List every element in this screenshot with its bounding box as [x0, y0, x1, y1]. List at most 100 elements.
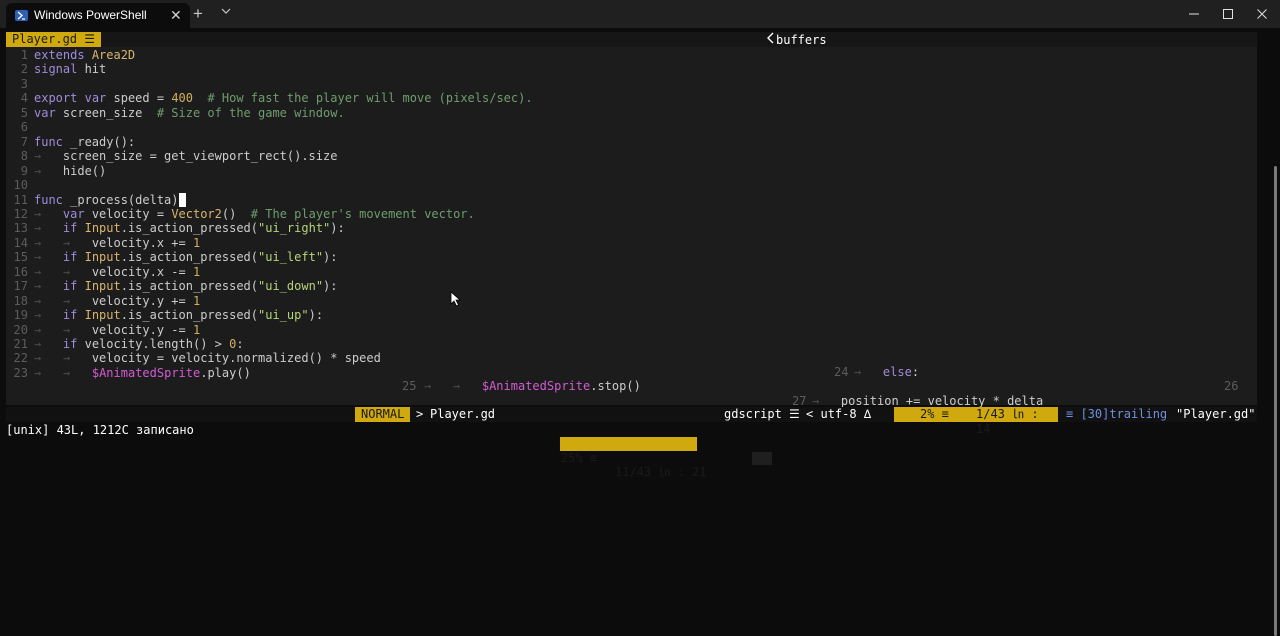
- line-text: → var velocity = Vector2() # The player'…: [34, 206, 475, 221]
- line-text: extends Area2D: [34, 48, 136, 62]
- code-line[interactable]: 9 → hide(): [6, 163, 107, 178]
- line-number: 2: [20, 62, 28, 77]
- code-line[interactable]: 4 export var speed = 400 # How fast the p…: [6, 91, 533, 105]
- line-number: 10: [13, 178, 28, 193]
- cursor-position-block: 2% ≡ 1/43 ㏑ : 14: [894, 407, 1058, 436]
- line-number: 6: [20, 120, 28, 135]
- buffers-text: buffers: [776, 33, 827, 47]
- line-text: func _process(delta): [34, 192, 186, 207]
- line-text: → → velocity.x += 1: [34, 235, 201, 250]
- code-line[interactable]: 20 → → velocity.y -= 1: [6, 322, 201, 337]
- line-text: → if Input.is_action_pressed("ui_left"):: [34, 250, 338, 265]
- code-line[interactable]: 13 → if Input.is_action_pressed("ui_right…: [6, 221, 345, 235]
- code-line[interactable]: 2 signal hit: [6, 62, 107, 77]
- code-line[interactable]: 11 func _process(delta): [6, 192, 186, 207]
- code-line[interactable]: 21 → if velocity.length() > 0:: [6, 337, 244, 351]
- line-text: func _ready():: [34, 134, 136, 149]
- code-line[interactable]: 14 → → velocity.x += 1: [6, 235, 201, 250]
- line-text: → → velocity.y -= 1: [34, 322, 201, 337]
- line-number: 22: [13, 351, 28, 366]
- scroll-percent: 2% ≡: [920, 407, 949, 421]
- terminal-tab[interactable]: Windows PowerShell ✕: [6, 3, 190, 28]
- encoding-indicator: < utf-8 ∆: [806, 407, 871, 422]
- line-number: 23: [13, 365, 28, 380]
- line-number: 5: [20, 105, 28, 120]
- close-tab-icon[interactable]: ✕: [170, 7, 182, 24]
- line-number: 19: [13, 308, 28, 323]
- line-number-26: 26: [1224, 379, 1239, 393]
- line-text: → if Input.is_action_pressed("ui_down"):: [34, 279, 338, 294]
- line-text: → screen_size = get_viewport_rect().size: [34, 149, 338, 164]
- filetype-separator: <: [806, 407, 814, 421]
- line-number: 1: [20, 48, 28, 62]
- powershell-icon: [15, 10, 28, 21]
- code-line[interactable]: 8 → screen_size = get_viewport_rect().siz…: [6, 149, 338, 164]
- code-line[interactable]: 12 → var velocity = Vector2() # The playe…: [6, 207, 475, 221]
- trailing-whitespace-warning: ≡ [30]trailing: [1066, 407, 1168, 421]
- text-cursor: [178, 192, 186, 207]
- buffers-label: buffers: [766, 32, 827, 48]
- chevron-down-icon[interactable]: [219, 4, 233, 18]
- line-number: 7: [20, 134, 28, 149]
- code-line[interactable]: 17 → if Input.is_action_pressed("ui_down"…: [6, 279, 338, 293]
- bufferline: Player.gd ☰ buffers: [6, 32, 1257, 47]
- code-line[interactable]: 16 → → velocity.x -= 1: [6, 264, 201, 279]
- line-number: 17: [13, 279, 28, 294]
- line-number: 16: [13, 264, 28, 279]
- code-line[interactable]: 3: [6, 77, 34, 91]
- code-line[interactable]: 5 var screen_size # Size of the game wind…: [6, 106, 345, 120]
- line-number: 9: [20, 163, 28, 178]
- code-line[interactable]: 23 → → $AnimatedSprite.play(): [6, 366, 251, 380]
- encoding-text: utf-8 ∆: [820, 407, 872, 421]
- chevron-left-icon: [766, 32, 776, 48]
- code-line[interactable]: 15 → if Input.is_action_pressed("ui_left"…: [6, 250, 338, 264]
- quoted-filename: "Player.gd": [1176, 407, 1256, 421]
- statusline-filename: Player.gd: [430, 407, 496, 421]
- code-line[interactable]: 18 → → velocity.y += 1: [6, 293, 201, 308]
- line-text: var screen_size # Size of the game windo…: [34, 105, 345, 120]
- filetype-indicator: gdscript ☰: [724, 407, 800, 421]
- code-fragment-position: → position += velocity * delta: [812, 394, 1044, 408]
- render-artifact: [752, 452, 772, 465]
- code-line[interactable]: 10: [6, 178, 34, 192]
- line-text: → if Input.is_action_pressed("ui_right")…: [34, 221, 345, 236]
- mouse-cursor-icon: [450, 291, 462, 307]
- code-line[interactable]: 1 extends Area2D: [6, 48, 135, 62]
- line-text: → → velocity.y += 1: [34, 293, 201, 308]
- line-number: 12: [13, 206, 28, 221]
- line-number: 20: [13, 322, 28, 337]
- command-line-message: [unix] 43L, 1212C записано: [6, 423, 194, 437]
- line-number-25: 25: [402, 379, 417, 393]
- line-number: 13: [13, 221, 28, 236]
- statusline: NORMAL > Player.gd gdscript ☰ < utf-8 ∆ …: [6, 407, 1257, 436]
- tab-title: Windows PowerShell: [34, 8, 147, 22]
- line-number: 4: [20, 91, 28, 106]
- code-line[interactable]: 19 → if Input.is_action_pressed("ui_up"):: [6, 308, 324, 323]
- active-buffer-tab[interactable]: Player.gd ☰: [6, 32, 102, 47]
- line-text: → → velocity = velocity.normalized() * s…: [34, 351, 381, 366]
- line-number: 15: [13, 250, 28, 265]
- line-number: 18: [13, 293, 28, 308]
- line-number: 3: [20, 76, 28, 91]
- ruler-percent: 25% ≡: [561, 451, 598, 465]
- line-text: → hide(): [34, 163, 107, 178]
- close-icon[interactable]: [1254, 6, 1270, 22]
- maximize-icon[interactable]: [1220, 6, 1236, 22]
- code-fragment-stop: → → $AnimatedSprite.stop(): [424, 379, 641, 393]
- line-number: 8: [20, 149, 28, 164]
- scrollbar[interactable]: [1274, 166, 1277, 636]
- line-text: export var speed = 400 # How fast the pl…: [34, 91, 533, 106]
- new-tab-button[interactable]: +: [193, 4, 203, 24]
- line-text: → if Input.is_action_pressed("ui_up"):: [34, 308, 324, 323]
- code-line[interactable]: 22 → → velocity = velocity.normalized() *…: [6, 351, 381, 365]
- minimize-icon[interactable]: [1186, 6, 1202, 22]
- ruler: 25% ≡ 11/43 ㏑ : 21: [560, 437, 706, 479]
- code-line[interactable]: 7 func _ready():: [6, 135, 135, 149]
- line-text: signal hit: [34, 62, 107, 77]
- ruler-position: 11/43 ㏑ : 21: [615, 465, 707, 479]
- line-text: → → velocity.x -= 1: [34, 264, 201, 279]
- line-number-24: 24: [834, 365, 849, 379]
- code-line[interactable]: 6: [6, 120, 34, 134]
- line-number: 21: [13, 337, 28, 351]
- line-number: 14: [13, 235, 28, 250]
